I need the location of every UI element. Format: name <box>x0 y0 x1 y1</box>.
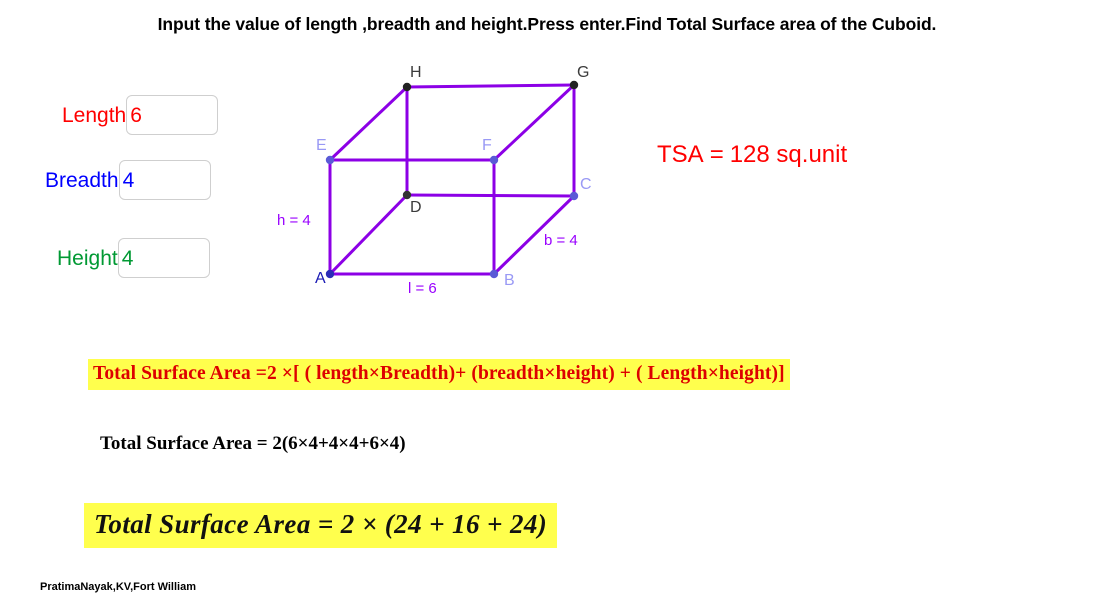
cuboid-vertex-labels: A B C D E F G H <box>315 64 592 289</box>
vertex-dot-B <box>489 269 499 279</box>
evaluated-formula: Total Surface Area = 2 × (24 + 16 + 24) <box>84 503 558 548</box>
breadth-label: Breadth <box>45 168 119 192</box>
vertex-dot-G <box>569 80 579 90</box>
vertex-label-A: A <box>315 270 326 287</box>
vertex-dot-H <box>402 82 412 92</box>
vertex-label-D: D <box>410 199 422 216</box>
vertex-label-C: C <box>580 176 592 193</box>
vertex-dot-C <box>569 191 579 201</box>
cuboid-edges <box>328 83 576 276</box>
vertex-label-E: E <box>316 137 327 154</box>
length-label: Length <box>62 103 127 127</box>
tsa-result-label: TSA <box>657 141 704 168</box>
length-input-value: 6 <box>130 103 142 127</box>
breadth-input[interactable]: 4 <box>118 160 211 200</box>
height-edge-label: h = 4 <box>277 212 311 229</box>
height-input[interactable]: 4 <box>117 238 210 278</box>
vertex-label-B: B <box>504 272 515 289</box>
vertex-dot-E <box>325 155 335 165</box>
breadth-input-row: Breadth 4 <box>45 158 211 202</box>
tsa-result-unit: sq.unit <box>776 141 848 168</box>
cuboid-diagram: A B C D E F G H l = 6 b = 4 h = 4 <box>255 55 615 305</box>
vertex-label-H: H <box>410 64 422 81</box>
page-title: Input the value of length ,breadth and h… <box>157 14 937 34</box>
height-input-row: Height 4 <box>57 236 210 280</box>
height-label: Height <box>57 246 118 270</box>
vertex-dot-A <box>325 269 335 279</box>
length-input[interactable]: 6 <box>126 95 219 135</box>
vertex-label-G: G <box>577 64 589 81</box>
breadth-input-value: 4 <box>122 168 135 192</box>
length-edge-label: l = 6 <box>408 280 437 297</box>
substituted-formula: Total Surface Area = 2(6×4+4×4+6×4) <box>100 433 406 454</box>
tsa-result-equals: = <box>709 141 724 168</box>
author-credit: PratimaNayak,KV,Fort William <box>40 581 196 593</box>
vertex-dot-D <box>402 190 412 200</box>
general-formula: Total Surface Area =2 ×[ ( length×Breadt… <box>88 359 790 390</box>
vertex-dot-F <box>489 155 499 165</box>
length-input-row: Length 6 <box>62 93 219 137</box>
breadth-edge-label: b = 4 <box>544 232 578 249</box>
cuboid-vertex-dots <box>325 80 579 279</box>
tsa-result-value: 128 <box>729 141 770 168</box>
vertex-label-F: F <box>482 137 492 154</box>
height-input-value: 4 <box>121 246 134 270</box>
tsa-result: TSA = 128 sq.unit <box>657 141 847 169</box>
